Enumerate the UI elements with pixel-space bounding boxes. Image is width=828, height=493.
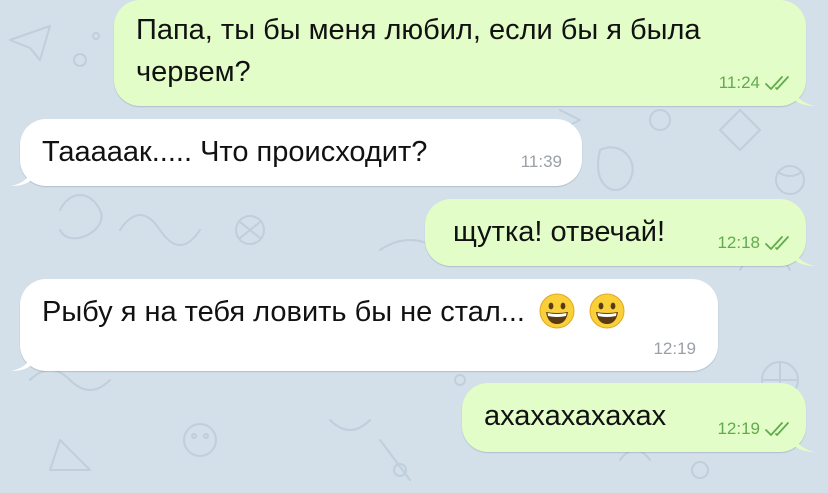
grinning-face-emoji [539, 293, 575, 329]
outgoing-message[interactable]: Папа, ты бы меня любил, если бы я была ч… [114, 0, 815, 106]
message-text: Рыбу я на тебя ловить бы не стал... [42, 296, 525, 328]
message-time: 12:18 [717, 233, 760, 252]
message-meta: 11:39 [521, 152, 562, 172]
message-text: Тааааак..... Что происходит? [42, 136, 428, 168]
bubble-tail [793, 244, 815, 266]
outgoing-message[interactable]: щутка! отвечай! 12:18 [425, 199, 815, 266]
message-time: 11:24 [718, 73, 760, 92]
outgoing-message[interactable]: ахахахахахах 12:19 [462, 383, 815, 452]
incoming-message[interactable]: Рыбу я на тебя ловить бы не стал... 12:1… [11, 279, 718, 371]
message-time: 11:39 [520, 152, 562, 171]
incoming-message[interactable]: Тааааак..... Что происходит? 11:39 [11, 119, 582, 186]
message-meta: 11:24 [719, 73, 792, 93]
message-text-row: Рыбу я на тебя ловить бы не стал... [42, 293, 625, 331]
bubble-tail [11, 164, 33, 186]
double-check-icon [765, 76, 789, 90]
double-check-icon [765, 236, 789, 250]
message-meta: 12:19 [717, 419, 792, 439]
double-check-icon [765, 422, 789, 436]
message-text: ахахахахахах [484, 400, 667, 432]
message-text: щутка! отвечай! [453, 216, 666, 248]
message-time: 12:19 [717, 419, 760, 438]
message-text-line-2: червем? [136, 56, 251, 88]
message-text-line-1: Папа, ты бы меня любил, если бы я была [136, 14, 701, 46]
message-meta: 12:19 [653, 339, 696, 359]
grinning-face-emoji [589, 293, 625, 329]
bubble-tail [793, 84, 815, 106]
bubble-tail [793, 430, 815, 452]
message-meta: 12:18 [717, 233, 792, 253]
message-time: 12:19 [653, 339, 696, 358]
bubble-tail [11, 349, 33, 371]
